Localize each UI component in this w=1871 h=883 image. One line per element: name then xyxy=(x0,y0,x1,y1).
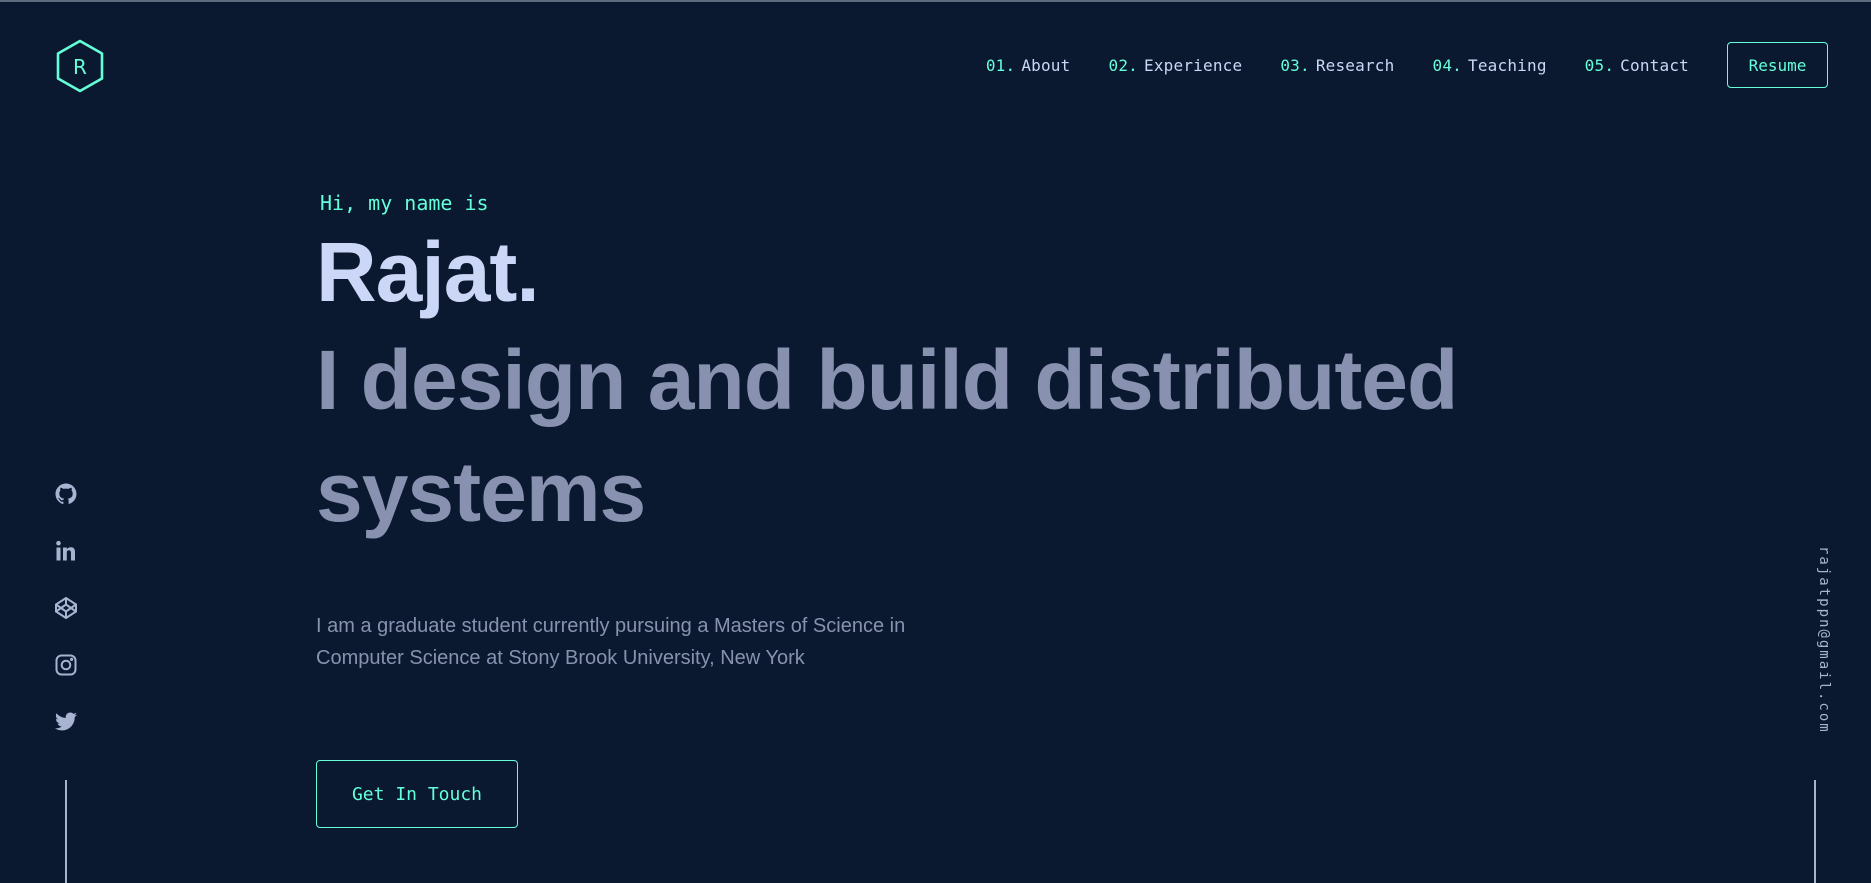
nav-number: 05. xyxy=(1584,55,1615,75)
nav-number: 01. xyxy=(985,55,1016,75)
nav-label: Teaching xyxy=(1467,55,1547,75)
nav-number: 04. xyxy=(1432,55,1462,75)
logo-letter: R xyxy=(73,54,87,79)
home-logo[interactable]: R xyxy=(54,38,106,94)
resume-button[interactable]: Resume xyxy=(1727,42,1828,88)
nav-label: Contact xyxy=(1620,55,1689,75)
hero-bio: I am a graduate student currently pursui… xyxy=(316,615,906,669)
email-link[interactable]: rajatppn@gmail.com xyxy=(1816,546,1832,734)
greeting-text: Hi, my name is xyxy=(320,191,489,215)
linkedin-icon[interactable] xyxy=(54,539,78,563)
nav-item-about[interactable]: 01. About xyxy=(986,56,1071,75)
nav-label: About xyxy=(1021,55,1071,75)
github-icon[interactable] xyxy=(54,482,78,506)
nav-item-teaching[interactable]: 04. Teaching xyxy=(1432,56,1546,75)
hero-tagline: I design and build distributed systems xyxy=(316,333,1458,539)
twitter-icon[interactable] xyxy=(54,710,78,734)
main-nav: 01. About 02. Experience 03. Research 04… xyxy=(986,40,1828,90)
instagram-icon[interactable] xyxy=(54,653,78,677)
nav-number: 02. xyxy=(1108,55,1138,75)
right-rail-line xyxy=(1814,780,1816,883)
top-border xyxy=(0,0,1871,2)
nav-label: Experience xyxy=(1143,55,1243,75)
nav-number: 03. xyxy=(1280,55,1310,75)
get-in-touch-button[interactable]: Get In Touch xyxy=(316,760,518,828)
nav-label: Research xyxy=(1315,55,1395,75)
nav-item-contact[interactable]: 05. Contact xyxy=(1585,56,1689,75)
nav-item-experience[interactable]: 02. Experience xyxy=(1108,56,1242,75)
nav-item-research[interactable]: 03. Research xyxy=(1280,56,1394,75)
hero-section: Hi, my name is Rajat. I design and build… xyxy=(316,188,1616,828)
codepen-icon[interactable] xyxy=(54,596,78,620)
hero-name: Rajat. xyxy=(316,225,540,319)
left-rail-line xyxy=(65,780,67,883)
